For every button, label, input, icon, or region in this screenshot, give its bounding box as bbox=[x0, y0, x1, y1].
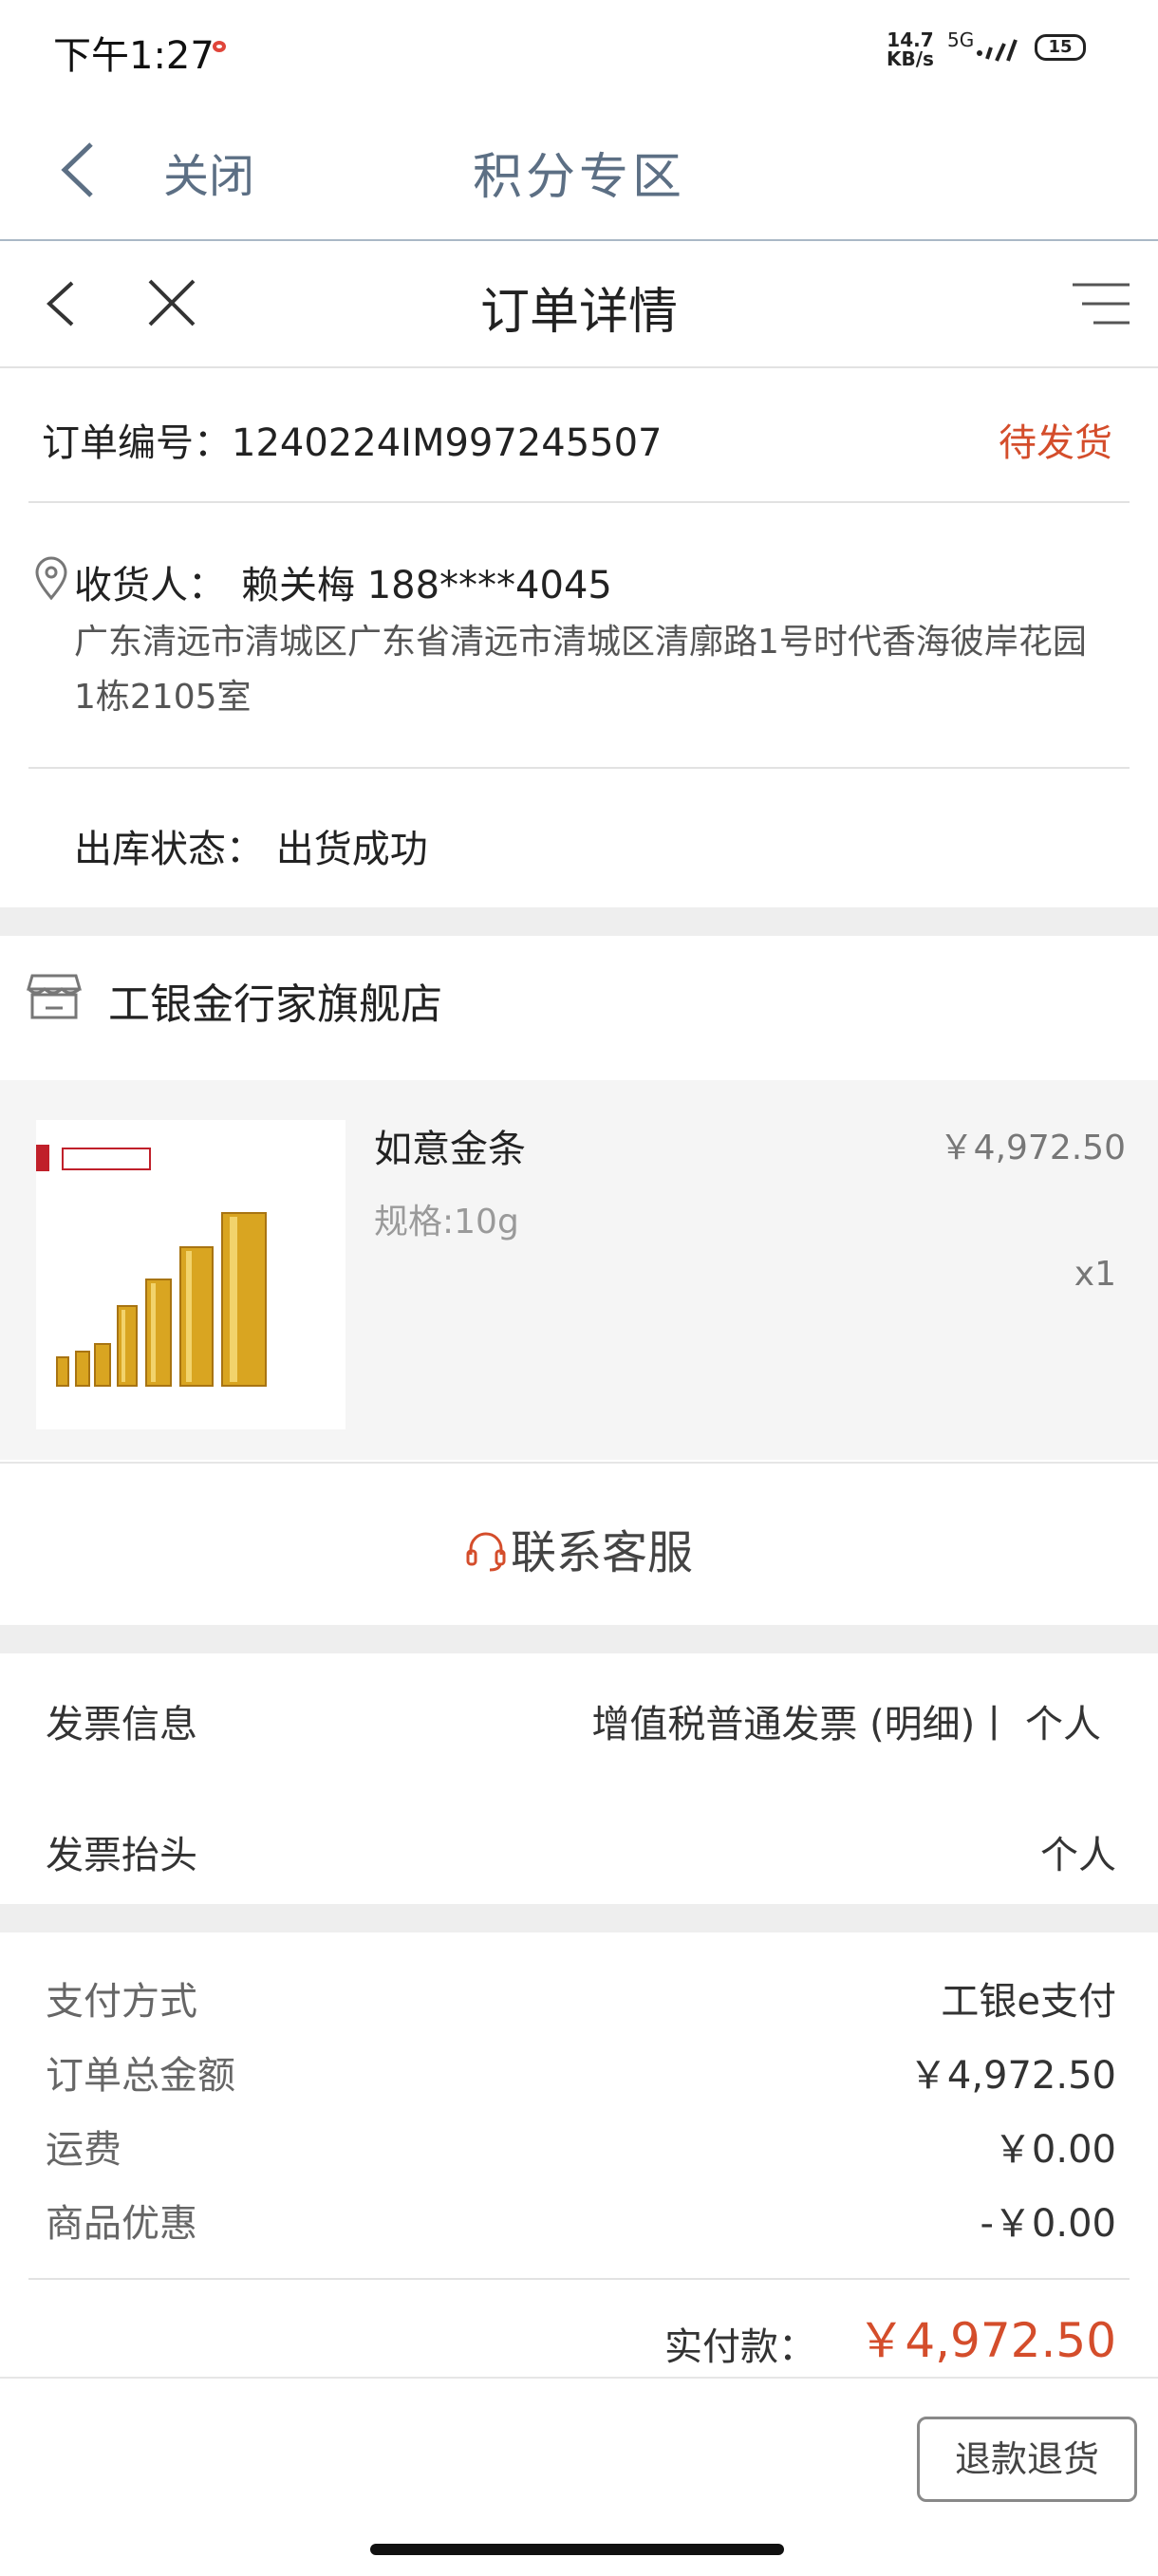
product-name[interactable]: 如意金条 bbox=[374, 1118, 526, 1173]
divider bbox=[28, 2278, 1130, 2280]
actual-paid-label: 实付款： bbox=[664, 2325, 816, 2369]
payment-method-value: 工银e支付 bbox=[941, 1980, 1116, 2024]
receiver-label: 收货人： bbox=[74, 564, 226, 607]
invoice-info-value[interactable]: 增值税普通发票 (明细)丨 个人 bbox=[532, 1693, 1101, 1748]
store-name[interactable]: 工银金行家旗舰店 bbox=[108, 970, 442, 1031]
product-image[interactable] bbox=[36, 1120, 346, 1429]
divider bbox=[28, 501, 1130, 503]
warehouse-status: 出库状态： 出货成功 bbox=[74, 828, 428, 871]
order-number: 订单编号：1240224IM997245507 bbox=[42, 421, 663, 465]
product-quantity: x1 bbox=[1074, 1255, 1116, 1294]
order-total-value: ￥4,972.50 bbox=[908, 2054, 1116, 2098]
status-time: 下午1:27 bbox=[53, 34, 215, 78]
invoice-info-label: 发票信息 bbox=[46, 1703, 197, 1746]
discount-label: 商品优惠 bbox=[46, 2202, 197, 2246]
actual-paid-value: ￥4,972.50 bbox=[857, 2313, 1116, 2368]
receiver-name-phone: 赖关梅 188****4045 bbox=[241, 564, 612, 607]
receiver-address: 广东清远市清城区广东省清远市清城区清廓路1号时代香海彼岸花园1栋2105室 bbox=[74, 623, 1087, 717]
product-price: ￥4,972.50 bbox=[939, 1129, 1126, 1167]
payment-method-label: 支付方式 bbox=[46, 1980, 197, 2024]
signal-icon bbox=[977, 39, 1018, 62]
refund-return-button[interactable]: 退款退货 bbox=[917, 2417, 1137, 2502]
section-separator bbox=[0, 907, 1158, 936]
net-speed: 14.7 KB/s bbox=[887, 28, 934, 70]
headset-icon bbox=[466, 1532, 506, 1572]
location-pin-icon bbox=[35, 556, 67, 601]
discount-value: -￥0.00 bbox=[980, 2202, 1117, 2246]
home-indicator[interactable] bbox=[370, 2544, 784, 2555]
notification-icon bbox=[213, 41, 226, 52]
product-spec: 规格:10g bbox=[374, 1203, 519, 1241]
section-separator bbox=[0, 1904, 1158, 1932]
gold-bars-image bbox=[36, 1120, 346, 1429]
menu-icon[interactable] bbox=[1071, 279, 1131, 328]
order-total-label: 订单总金额 bbox=[46, 2054, 235, 2098]
invoice-title-label: 发票抬头 bbox=[46, 1834, 197, 1877]
network-type: 5G bbox=[947, 28, 975, 51]
shipping-fee-label: 运费 bbox=[46, 2128, 121, 2172]
divider bbox=[28, 767, 1130, 769]
order-status: 待发货 bbox=[999, 421, 1112, 465]
contact-service-label: 联系客服 bbox=[510, 1526, 693, 1579]
app-title: 积分专区 bbox=[472, 149, 685, 206]
section-separator bbox=[0, 1625, 1158, 1653]
shipping-fee-value: ￥0.00 bbox=[993, 2128, 1116, 2172]
page-title: 订单详情 bbox=[479, 284, 678, 341]
invoice-title-value: 个人 bbox=[1040, 1834, 1116, 1877]
battery-indicator: 15 bbox=[1035, 34, 1086, 61]
contact-service-button[interactable]: 联系客服 bbox=[0, 1515, 1158, 1581]
store-icon bbox=[27, 974, 82, 1019]
